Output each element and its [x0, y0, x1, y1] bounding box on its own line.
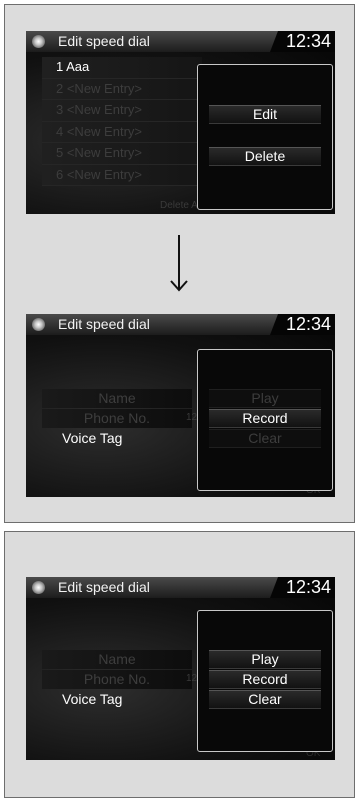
- screen-edit-speed-dial-list: Edit speed dial 12:34 1 Aaa 2 <New Entry…: [26, 31, 335, 214]
- clock-box: 12:34: [270, 314, 335, 335]
- voice-tag-field[interactable]: Voice Tag: [42, 690, 192, 709]
- clock-box: 12:34: [270, 577, 335, 598]
- clear-button[interactable]: Clear: [209, 690, 321, 709]
- screen-title: Edit speed dial: [58, 579, 150, 595]
- list-item[interactable]: 4 <New Entry>: [42, 121, 202, 143]
- phone-number-field[interactable]: Phone No.: [42, 670, 192, 689]
- list-item[interactable]: 3 <New Entry>: [42, 100, 202, 122]
- phone-number-value: 12: [186, 673, 198, 684]
- delete-all-button[interactable]: Delete All: [160, 200, 202, 211]
- record-button[interactable]: Record: [209, 670, 321, 689]
- voice-tag-popup: Play Record Clear: [197, 610, 333, 752]
- title-bar: Edit speed dial 12:34: [26, 31, 335, 52]
- screen-title: Edit speed dial: [58, 316, 150, 332]
- clock-box: 12:34: [270, 31, 335, 52]
- gear-icon: [32, 35, 45, 48]
- screen-title: Edit speed dial: [58, 33, 150, 49]
- list-item[interactable]: 5 <New Entry>: [42, 143, 202, 165]
- clock: 12:34: [285, 31, 331, 51]
- gear-icon: [32, 318, 45, 331]
- phone-number-field[interactable]: Phone No.: [42, 409, 192, 428]
- screen-edit-speed-dial-voice-tag: Edit speed dial 12:34 Name Phone No. 12 …: [26, 314, 335, 497]
- clock: 12:34: [285, 314, 331, 334]
- screen-edit-speed-dial-voice-tag-recorded: Edit speed dial 12:34 Name Phone No. 12 …: [26, 577, 335, 760]
- speed-dial-list: 1 Aaa 2 <New Entry> 3 <New Entry> 4 <New…: [42, 57, 202, 186]
- voice-tag-popup: Play Record Clear: [197, 349, 333, 491]
- list-item[interactable]: 6 <New Entry>: [42, 164, 202, 186]
- arrow-down-icon: [170, 235, 188, 292]
- title-bar: Edit speed dial 12:34: [26, 577, 335, 598]
- phone-number-value: 12: [186, 412, 198, 423]
- edit-button[interactable]: Edit: [209, 105, 321, 124]
- list-item[interactable]: 1 Aaa: [42, 57, 202, 79]
- delete-button[interactable]: Delete: [209, 147, 321, 166]
- options-popup: Edit Delete: [197, 64, 333, 210]
- gear-icon: [32, 581, 45, 594]
- clear-button[interactable]: Clear: [209, 429, 321, 448]
- voice-tag-field[interactable]: Voice Tag: [42, 429, 192, 448]
- list-item[interactable]: 2 <New Entry>: [42, 78, 202, 100]
- record-button[interactable]: Record: [209, 409, 321, 428]
- play-button[interactable]: Play: [209, 389, 321, 408]
- name-field[interactable]: Name: [42, 650, 192, 669]
- name-field[interactable]: Name: [42, 389, 192, 408]
- title-bar: Edit speed dial 12:34: [26, 314, 335, 335]
- clock: 12:34: [285, 577, 331, 597]
- play-button[interactable]: Play: [209, 650, 321, 669]
